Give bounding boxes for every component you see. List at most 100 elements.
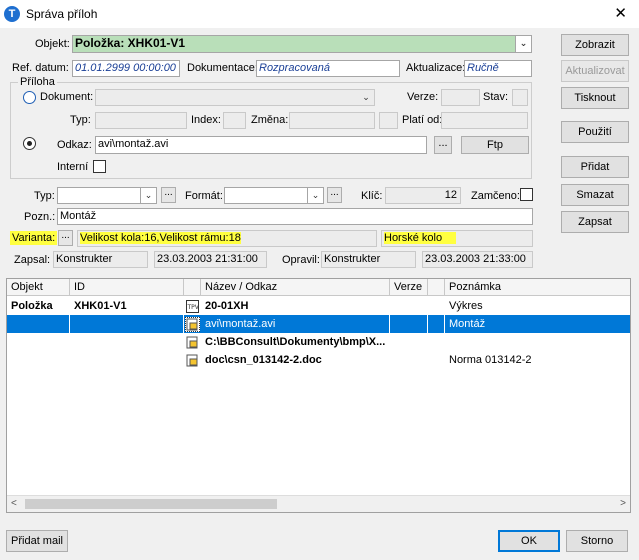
- smazat-button[interactable]: Smazat: [561, 184, 629, 206]
- priloha-legend: Příloha: [18, 75, 57, 89]
- cell-objekt: Položka: [11, 300, 53, 312]
- verze-label: Verze:: [407, 91, 439, 103]
- dokumentace-field[interactable]: Rozpracovaná: [256, 60, 400, 77]
- close-icon[interactable]: ✕: [614, 4, 627, 22]
- zamceno-checkbox[interactable]: [520, 188, 533, 201]
- typ-priloha-field[interactable]: [95, 112, 187, 129]
- table-row[interactable]: Položka XHK01-V1 TPV 20-01XH Výkres: [7, 297, 630, 315]
- klic-field[interactable]: 12: [385, 187, 461, 204]
- link-file-icon: [186, 336, 199, 352]
- opravil-date-field[interactable]: 23.03.2003 21:33:00: [422, 251, 533, 268]
- link-file-icon: [185, 317, 200, 332]
- ok-button[interactable]: OK: [498, 530, 560, 552]
- zobrazit-button[interactable]: Zobrazit: [561, 34, 629, 56]
- pouziti-button[interactable]: Použití: [561, 121, 629, 143]
- stav-label: Stav:: [483, 91, 509, 103]
- index-field[interactable]: [223, 112, 246, 129]
- storno-button[interactable]: Storno: [566, 530, 628, 552]
- pridat-mail-button[interactable]: Přidat mail: [6, 530, 68, 552]
- odkaz-field[interactable]: avi\montaž.avi: [95, 136, 427, 154]
- aktualizovat-button[interactable]: Aktualizovat: [561, 60, 629, 82]
- cell-poznamka: Výkres: [449, 300, 483, 312]
- col-icon-header[interactable]: [184, 279, 201, 296]
- zmena-field[interactable]: [289, 112, 375, 129]
- zapsat-button[interactable]: Zapsat: [561, 211, 629, 233]
- cell-nazev: avi\montaž.avi: [205, 318, 276, 330]
- scroll-left-icon[interactable]: <: [11, 498, 17, 509]
- aktualizace-field[interactable]: Ručně: [464, 60, 532, 77]
- pridat-button[interactable]: Přidat: [561, 156, 629, 178]
- objekt-label: Objekt:: [35, 38, 70, 50]
- svg-text:TPV: TPV: [187, 304, 200, 311]
- format-browse-button[interactable]: ...: [327, 187, 342, 203]
- typ-browse-button[interactable]: ...: [161, 187, 176, 203]
- scroll-right-icon[interactable]: >: [620, 498, 626, 509]
- zapsal-date-field[interactable]: 23.03.2003 21:31:00: [154, 251, 267, 268]
- typ-combo[interactable]: ⌄: [57, 187, 157, 204]
- cell-poznamka: Norma 013142-2: [449, 354, 532, 366]
- chevron-down-icon[interactable]: ⌄: [515, 36, 531, 52]
- col-id-header[interactable]: ID: [70, 279, 184, 296]
- attachments-grid[interactable]: Objekt ID Název / Odkaz Verze Poznámka P…: [6, 278, 631, 513]
- varianta-field-2[interactable]: Horské kolo: [381, 230, 533, 247]
- zmena-extra-field[interactable]: [379, 112, 398, 129]
- scrollbar-thumb[interactable]: [25, 499, 277, 509]
- dokument-radio[interactable]: [23, 91, 36, 104]
- table-row[interactable]: doc\csn_013142-2.doc Norma 013142-2: [7, 351, 630, 369]
- ref-datum-label: Ref. datum:: [12, 62, 69, 74]
- table-row[interactable]: C:\BBConsult\Dokumenty\bmp\X...: [7, 333, 630, 351]
- klic-label: Klíč:: [361, 190, 383, 202]
- ref-datum-field[interactable]: 01.01.2999 00:00:00: [72, 60, 180, 77]
- verze-field[interactable]: [441, 89, 480, 106]
- odkaz-radio[interactable]: [23, 137, 36, 150]
- typ-label: Typ:: [34, 190, 55, 202]
- zamceno-label: Zamčeno:: [471, 190, 520, 202]
- index-label: Index:: [191, 114, 221, 126]
- plati-od-field[interactable]: [441, 112, 528, 129]
- chevron-down-icon[interactable]: ⌄: [307, 188, 323, 203]
- aktualizace-label: Aktualizace:: [406, 62, 466, 74]
- cell-nazev: C:\BBConsult\Dokumenty\bmp\X...: [205, 336, 386, 348]
- varianta-browse-button[interactable]: ...: [58, 230, 73, 246]
- dokument-label: Dokument:: [40, 91, 94, 103]
- plati-od-label: Platí od:: [402, 114, 443, 126]
- zmena-label: Změna:: [251, 114, 289, 126]
- objekt-combo[interactable]: Položka: XHK01-V1 ⌄: [72, 35, 532, 53]
- chevron-down-icon[interactable]: ⌄: [358, 90, 374, 105]
- odkaz-browse-button[interactable]: ...: [434, 136, 452, 154]
- cell-nazev: 20-01XH: [205, 300, 249, 312]
- odkaz-label: Odkaz:: [57, 139, 92, 151]
- interni-label: Interní: [57, 161, 89, 173]
- typ-priloha-label: Typ:: [70, 114, 91, 126]
- pozn-field[interactable]: Montáž: [57, 208, 533, 225]
- varianta-value-2: Horské kolo: [384, 232, 457, 244]
- ftp-button[interactable]: Ftp: [461, 136, 529, 154]
- table-row-selected[interactable]: avi\montaž.avi Montáž: [7, 315, 630, 333]
- format-combo[interactable]: ⌄: [224, 187, 324, 204]
- grid-header: Objekt ID Název / Odkaz Verze Poznámka: [7, 279, 630, 296]
- varianta-field[interactable]: Velikost kola:16,Velikost rámu:18: [77, 230, 377, 247]
- cell-nazev: doc\csn_013142-2.doc: [205, 354, 322, 366]
- tisknout-button[interactable]: Tisknout: [561, 87, 629, 109]
- link-file-icon: [186, 354, 199, 370]
- varianta-label: Varianta:: [10, 231, 58, 245]
- col-verze-header[interactable]: Verze: [390, 279, 428, 296]
- horizontal-scrollbar[interactable]: < >: [7, 495, 630, 512]
- col-extra-header[interactable]: [428, 279, 445, 296]
- dokument-combo[interactable]: ⌄: [95, 89, 375, 106]
- col-objekt-header[interactable]: Objekt: [7, 279, 70, 296]
- title-bar: T Správa příloh ✕: [0, 0, 639, 28]
- cell-id: XHK01-V1: [74, 300, 127, 312]
- zapsal-user-field[interactable]: Konstrukter: [53, 251, 148, 268]
- stav-field[interactable]: [512, 89, 528, 106]
- interni-checkbox[interactable]: [93, 160, 106, 173]
- opravil-user-field[interactable]: Konstrukter: [321, 251, 416, 268]
- col-nazev-header[interactable]: Název / Odkaz: [201, 279, 390, 296]
- varianta-value: Velikost kola:16,Velikost rámu:18: [80, 232, 241, 244]
- objekt-value: Položka: XHK01-V1: [75, 36, 186, 50]
- window-title: Správa příloh: [26, 7, 98, 21]
- col-poznamka-header[interactable]: Poznámka: [445, 279, 630, 296]
- chevron-down-icon[interactable]: ⌄: [140, 188, 156, 203]
- opravil-label: Opravil:: [282, 254, 320, 266]
- pozn-label: Pozn.:: [24, 211, 56, 223]
